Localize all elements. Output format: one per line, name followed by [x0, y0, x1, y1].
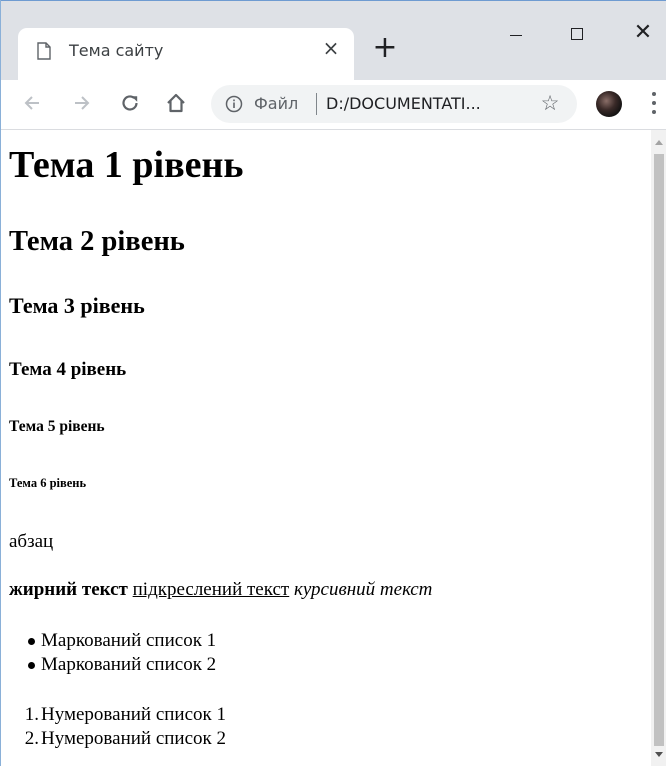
vertical-scrollbar[interactable]: [651, 130, 666, 766]
omnibox-separator: [316, 93, 317, 115]
kebab-menu-icon[interactable]: [649, 92, 659, 116]
menu-dot: [652, 101, 656, 105]
list-item-label: Маркований список 1: [41, 630, 217, 651]
browser-window: Тема сайту × + ✕ Файл D:/DOCUMENTATI... …: [0, 0, 666, 766]
tab-close-icon[interactable]: ×: [320, 37, 342, 59]
window-close-button[interactable]: ✕: [623, 15, 663, 45]
heading-5: Тема 5 рівень: [9, 418, 105, 435]
address-bar[interactable]: Файл D:/DOCUMENTATI... ☆: [211, 85, 577, 123]
address-url[interactable]: D:/DOCUMENTATI...: [326, 94, 481, 113]
heading-4: Тема 4 рівень: [9, 359, 127, 380]
page-viewport: Тема 1 рівень Тема 2 рівень Тема 3 рівен…: [1, 130, 651, 766]
browser-toolbar: Файл D:/DOCUMENTATI... ☆: [1, 80, 666, 130]
paragraph: абзац: [9, 531, 54, 552]
heading-3: Тема 3 рівень: [9, 293, 145, 318]
tab-strip: Тема сайту × + ✕: [1, 0, 666, 81]
reload-button[interactable]: [113, 86, 147, 120]
list-item: Маркований список 2: [9, 653, 216, 677]
numbered-list: 1. Нумерований список 1 2. Нумерований с…: [9, 703, 226, 751]
menu-dot: [652, 92, 656, 96]
file-scheme-label: Файл: [254, 94, 299, 113]
home-button[interactable]: [159, 86, 193, 120]
forward-button[interactable]: [65, 86, 99, 120]
heading-2: Тема 2 рівень: [9, 226, 185, 257]
reload-icon: [122, 95, 138, 111]
styled-text-line: жирний текст підкреслений текст курсивни…: [9, 579, 432, 601]
scroll-down-arrow-icon[interactable]: [655, 752, 663, 757]
bullet-list: Маркований список 1 Маркований список 2: [9, 629, 216, 677]
minimize-icon: [510, 35, 522, 37]
arrow-left-icon: [24, 96, 39, 110]
bullet-icon: [28, 638, 35, 645]
list-item: Маркований список 1: [9, 629, 216, 653]
new-tab-button[interactable]: +: [371, 33, 399, 63]
bold-text: жирний текст: [9, 579, 128, 600]
list-item: 1. Нумерований список 1: [9, 703, 226, 727]
info-icon[interactable]: [225, 95, 243, 113]
list-item-label: Нумерований список 1: [41, 704, 227, 725]
scroll-thumb[interactable]: [654, 154, 664, 746]
list-item-label: Нумерований список 2: [41, 728, 227, 749]
maximize-icon: [571, 28, 583, 40]
scroll-up-arrow-icon[interactable]: [655, 140, 663, 145]
browser-tab[interactable]: Тема сайту ×: [18, 28, 354, 81]
arrow-right-icon: [75, 96, 90, 110]
italic-text: курсивний текст: [293, 579, 433, 600]
home-icon: [167, 93, 185, 113]
heading-6: Тема 6 рівень: [9, 476, 87, 490]
profile-avatar[interactable]: [596, 91, 622, 117]
list-number: 2.: [24, 728, 39, 749]
star-icon[interactable]: ☆: [539, 93, 561, 115]
bullet-icon: [28, 662, 35, 669]
tab-title: Тема сайту: [69, 41, 164, 60]
underlined-text: підкреслений текст: [132, 579, 290, 600]
maximize-button[interactable]: [557, 15, 597, 45]
back-button[interactable]: [15, 86, 49, 120]
list-item: 2. Нумерований список 2: [9, 727, 226, 751]
list-number: 1.: [24, 704, 39, 725]
page-icon: [37, 42, 51, 60]
minimize-button[interactable]: [496, 15, 536, 45]
list-item-label: Маркований список 2: [41, 654, 217, 675]
menu-dot: [652, 110, 656, 114]
heading-1: Тема 1 рівень: [9, 144, 244, 186]
